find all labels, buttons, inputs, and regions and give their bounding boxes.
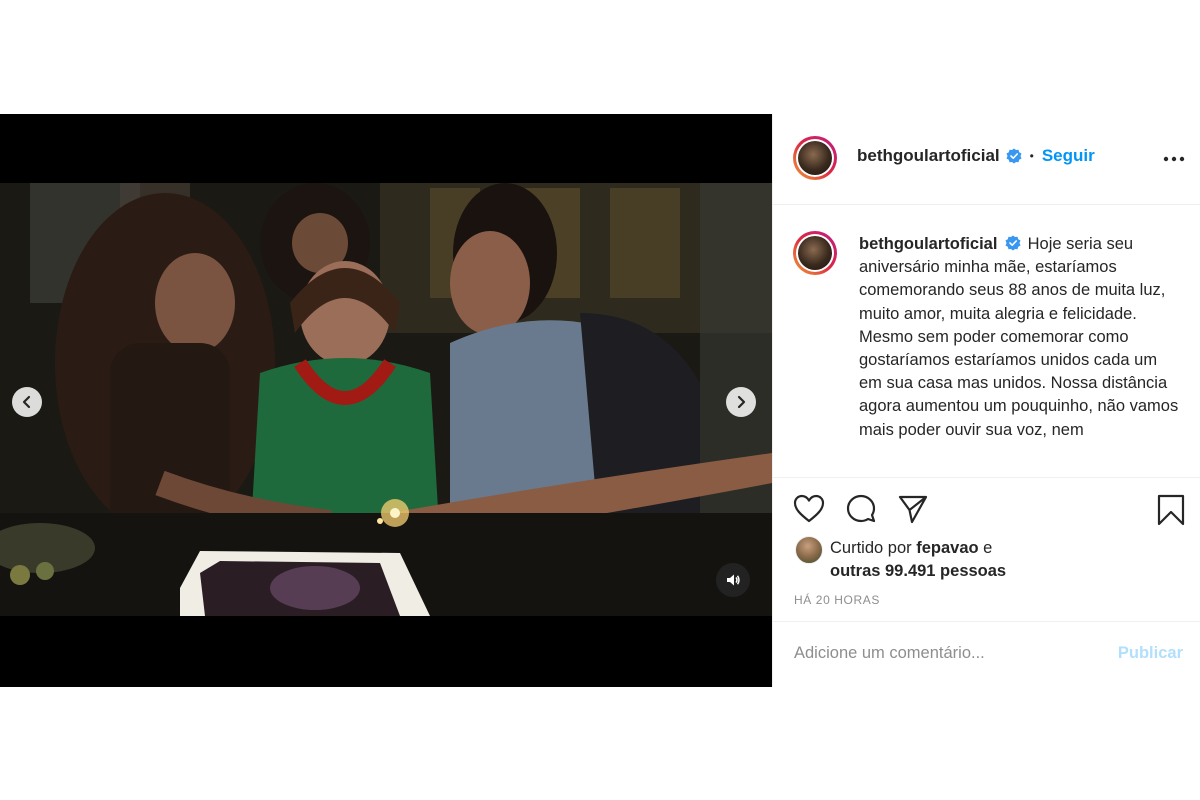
likes-conjunction: e — [983, 539, 993, 557]
caption-section: bethgoulartoficial Hoje seria seu aniver… — [773, 205, 1200, 478]
likes-text: Curtido por fepavao e outras 99.491 pess… — [830, 537, 1006, 583]
instagram-post: bethgoulartoficial • Seguir bethgoularto… — [0, 114, 1200, 715]
post-caption: bethgoulartoficial Hoje seria seu aniver… — [859, 233, 1179, 442]
carousel-dot — [374, 709, 380, 715]
likes-prefix: Curtido por — [830, 539, 912, 557]
previous-slide-button[interactable] — [12, 387, 42, 417]
caption-username[interactable]: bethgoulartoficial — [859, 235, 997, 253]
caption-text: Hoje seria seu aniversário minha mãe, es… — [859, 235, 1179, 439]
post-media — [0, 114, 772, 687]
caption-avatar[interactable] — [793, 231, 837, 275]
carousel-indicator — [322, 709, 432, 715]
share-icon[interactable] — [897, 494, 929, 524]
video-frame[interactable] — [0, 183, 772, 616]
carousel-dot — [400, 709, 406, 715]
header-user-row: bethgoulartoficial • Seguir — [857, 146, 1095, 166]
username-link[interactable]: bethgoulartoficial — [857, 146, 1000, 166]
comment-input[interactable] — [794, 644, 1094, 663]
carousel-dot — [426, 709, 432, 715]
comment-icon[interactable] — [845, 494, 877, 524]
carousel-dot — [387, 709, 393, 715]
action-bar — [773, 488, 1200, 536]
next-slide-button[interactable] — [726, 387, 756, 417]
separator-dot: • — [1029, 149, 1034, 163]
post-sidebar: bethgoulartoficial • Seguir bethgoularto… — [772, 114, 1200, 687]
bookmark-icon[interactable] — [1157, 494, 1185, 526]
likes-count[interactable]: outras 99.491 pessoas — [830, 562, 1006, 580]
carousel-dot — [335, 709, 341, 715]
verified-badge-icon — [1005, 235, 1021, 251]
comment-bar: Publicar — [773, 621, 1200, 688]
carousel-dot — [322, 709, 328, 715]
video-scene — [0, 183, 772, 616]
carousel-dot — [413, 709, 419, 715]
volume-button[interactable] — [716, 563, 750, 597]
avatar[interactable] — [793, 136, 837, 180]
liker-avatar[interactable] — [795, 536, 823, 564]
chevron-right-icon — [737, 395, 746, 409]
verified-badge-icon — [1006, 148, 1022, 164]
speaker-icon — [727, 574, 740, 586]
chevron-left-icon — [22, 395, 31, 409]
publish-button[interactable]: Publicar — [1118, 644, 1183, 663]
post-timestamp[interactable]: HÁ 20 HORAS — [794, 593, 880, 607]
heart-icon[interactable] — [793, 494, 825, 524]
follow-button[interactable]: Seguir — [1042, 146, 1095, 166]
liker-username[interactable]: fepavao — [916, 539, 978, 557]
carousel-dot — [361, 709, 367, 715]
post-header: bethgoulartoficial • Seguir — [773, 114, 1200, 205]
carousel-dot — [348, 709, 354, 715]
more-options-icon[interactable] — [1163, 152, 1185, 166]
